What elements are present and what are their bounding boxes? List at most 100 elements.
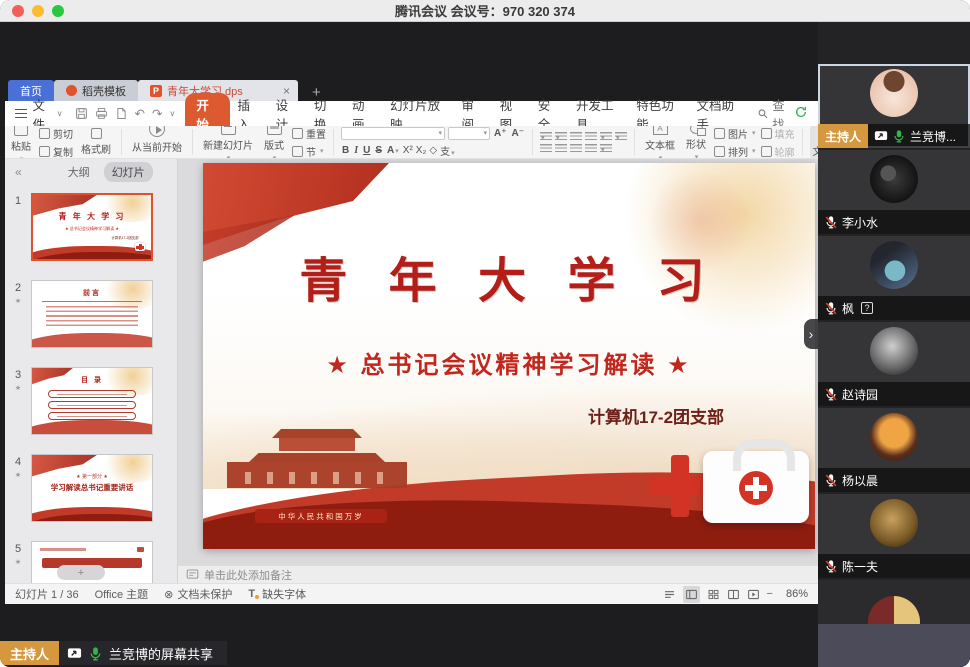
next-slide-arrow[interactable]: › — [804, 319, 818, 349]
notes-bar[interactable]: 单击此处添加备注 — [178, 565, 818, 583]
tab-outline[interactable]: 大纲 — [60, 162, 98, 182]
indent-icon[interactable] — [585, 132, 597, 141]
grow-font-button[interactable]: A⁺ — [493, 128, 508, 139]
cut-button[interactable]: 剪切 — [39, 126, 73, 141]
participant-tile[interactable]: 枫 ? — [818, 236, 970, 320]
participant-tile[interactable]: 赵诗园 — [818, 322, 970, 406]
thumb-subtitle: ★ 总书记会议精神学习解读 ★ — [39, 226, 145, 231]
slide-thumbnail-3[interactable]: 目 录 — [31, 367, 153, 435]
protection-status[interactable]: ⊗ 文档未保护 — [164, 586, 232, 602]
participant-namebar: 杨以晨 — [818, 468, 970, 492]
minimize-window-button[interactable] — [32, 5, 44, 17]
tab-docer[interactable]: 稻壳模板 — [54, 80, 138, 101]
theme-name[interactable]: Office 主题 — [95, 586, 149, 602]
screen-share-banner: 主持人 兰竞博的屏幕共享 — [0, 641, 227, 665]
shape-button[interactable]: 形状 — [683, 126, 709, 159]
zoom-out-button[interactable]: − — [767, 588, 773, 600]
bold-button[interactable]: B — [341, 145, 350, 156]
text-direction-icon[interactable] — [615, 132, 627, 141]
participant-tile[interactable]: 杨以晨 — [818, 408, 970, 492]
participant-tile[interactable]: 陈一夫 — [818, 494, 970, 578]
font-size-select[interactable] — [448, 127, 490, 140]
doc-assistant-button[interactable]: 文档助手 — [810, 126, 818, 159]
participant-namebar: 李小水 — [818, 210, 970, 234]
slideshow-view-button[interactable] — [747, 588, 760, 601]
thumb-part-label: ★ 第一部分 ★ — [32, 473, 152, 480]
shrink-font-button[interactable]: A⁻ — [511, 128, 526, 139]
zoom-level[interactable]: 86% — [786, 588, 808, 600]
zoom-window-button[interactable] — [52, 5, 64, 17]
slide-canvas[interactable]: 青 年 大 学 习 ★ 总书记会议精神学习解读 ★ 计算机17-2团支部 中华人… — [203, 163, 815, 549]
align-right-icon[interactable] — [570, 144, 582, 153]
columns-icon[interactable] — [600, 132, 612, 141]
save-button[interactable] — [75, 107, 88, 120]
strikethrough-button[interactable]: S — [374, 145, 383, 156]
outdent-icon[interactable] — [570, 132, 582, 141]
paste-button[interactable]: 粘贴 — [8, 126, 34, 159]
slide-thumbnail-2[interactable]: 前言 — [31, 280, 153, 348]
font-color-button[interactable]: A — [386, 145, 400, 156]
transition-star-icon: ★ — [15, 384, 21, 392]
participants-sidebar: 主持人 兰竞博... 李小水 枫 ? — [818, 22, 970, 667]
print-button[interactable] — [95, 107, 108, 120]
text-box-button[interactable]: A 文本框 — [642, 126, 678, 159]
outline-button[interactable]: 轮廓 — [761, 144, 795, 159]
normal-view-button[interactable] — [683, 586, 700, 603]
quickbar-caret-icon[interactable]: ∨ — [169, 109, 175, 118]
screen-share-icon — [874, 129, 888, 143]
participant-tile-host[interactable]: 主持人 兰竞博... — [818, 64, 970, 148]
reading-view-button[interactable] — [727, 588, 740, 601]
wps-menubar: 文件 ∨ ↶ ↷ ∨ 开始 插入 设计 切换 动画 幻灯片放映 审阅 视图 安全… — [5, 101, 818, 126]
italic-button[interactable]: I — [353, 145, 359, 156]
superscript-button[interactable]: X² — [403, 145, 413, 156]
format-painter-button[interactable]: 格式刷 — [78, 127, 114, 157]
notes-view-toggle[interactable] — [663, 588, 676, 601]
paragraph-group — [537, 132, 630, 153]
clear-format-button[interactable]: ◇ — [429, 145, 437, 156]
subscript-button[interactable]: X₂ — [416, 145, 427, 156]
reset-button[interactable]: 重置 — [292, 126, 326, 141]
layout-button[interactable]: 版式 — [261, 126, 287, 159]
participant-tile-partial[interactable] — [818, 580, 970, 667]
align-center-icon[interactable] — [555, 144, 567, 153]
justify-icon[interactable] — [585, 144, 597, 153]
picture-button[interactable]: 图片 — [714, 126, 756, 141]
font-name-select[interactable] — [341, 127, 445, 140]
play-from-current-button[interactable]: 从当前开始 — [129, 126, 185, 159]
line-spacing-icon[interactable] — [600, 144, 612, 153]
bullets-icon[interactable] — [540, 132, 552, 141]
redo-button[interactable]: ↷ — [152, 106, 162, 121]
fill-icon — [761, 128, 772, 139]
slide-banner: 中华人民共和国万岁 — [255, 509, 387, 523]
reset-icon — [292, 128, 303, 139]
slide-thumbnail-4[interactable]: ★ 第一部分 ★ 学习解读总书记重要讲话 — [31, 454, 153, 522]
close-window-button[interactable] — [12, 5, 24, 17]
numbering-icon[interactable] — [555, 132, 567, 141]
missing-font-status[interactable]: T 缺失字体 — [248, 586, 306, 602]
thumb-art — [42, 301, 142, 302]
align-left-icon[interactable] — [540, 144, 552, 153]
text-tool-button[interactable]: 支 — [440, 143, 455, 158]
mic-on-icon — [88, 646, 103, 661]
underline-button[interactable]: U — [362, 145, 371, 156]
preview-button[interactable] — [115, 107, 128, 120]
slide-thumbnail-1[interactable]: 青 年 大 学 习 ★ 总书记会议精神学习解读 ★ 计算机17-2团支部 — [31, 193, 153, 261]
undo-button[interactable]: ↶ — [135, 106, 145, 121]
add-slide-button[interactable]: + — [57, 565, 105, 580]
sync-icon[interactable] — [794, 105, 808, 122]
kit-cross-icon — [739, 471, 773, 505]
copy-button[interactable]: 复制 — [39, 144, 73, 159]
section-button[interactable]: 节 — [292, 144, 326, 159]
collapse-panel-icon[interactable]: « — [15, 165, 22, 179]
traffic-lights — [12, 5, 64, 17]
slide-sorter-view-button[interactable] — [707, 588, 720, 601]
arrange-button[interactable]: 排列 — [714, 144, 756, 159]
layout-icon — [267, 126, 282, 135]
fill-button[interactable]: 填充 — [761, 126, 795, 141]
participant-name: 李小水 — [842, 214, 878, 231]
hamburger-icon[interactable] — [15, 109, 27, 118]
tab-slides[interactable]: 幻灯片 — [104, 162, 153, 182]
new-slide-button[interactable]: 新建幻灯片 — [200, 126, 256, 159]
arrange-label: 排列 — [728, 144, 748, 159]
participant-tile[interactable]: 李小水 — [818, 150, 970, 234]
